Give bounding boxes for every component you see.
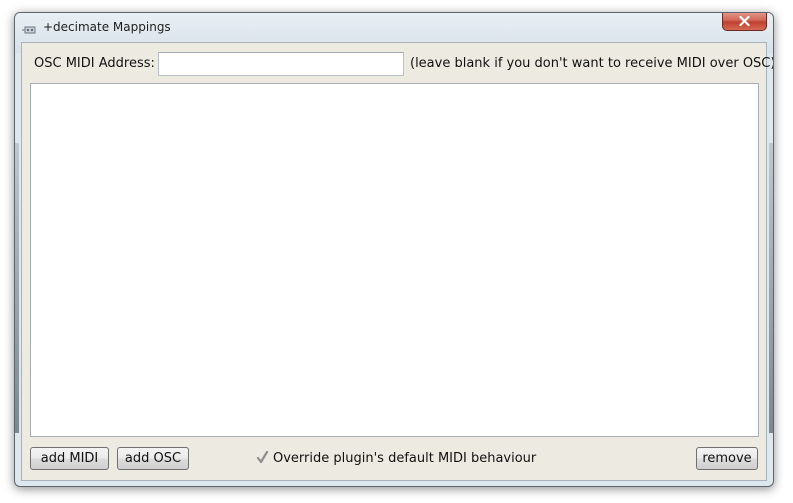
add-osc-button[interactable]: add OSC <box>117 447 189 470</box>
window-frame-left-edge <box>15 143 19 433</box>
window-content: OSC MIDI Address: (leave blank if you do… <box>21 42 773 481</box>
add-midi-button[interactable]: add MIDI <box>30 447 109 470</box>
override-midi-label: Override plugin's default MIDI behaviour <box>273 451 537 466</box>
mappings-window: +decimate Mappings OSC MIDI Address: (le… <box>14 12 774 487</box>
osc-midi-address-input[interactable] <box>158 52 404 76</box>
window-frame-right-edge <box>769 143 773 433</box>
close-button[interactable] <box>722 13 767 31</box>
osc-address-row: OSC MIDI Address: (leave blank if you do… <box>34 52 773 76</box>
app-icon <box>22 21 38 34</box>
mappings-list[interactable] <box>30 83 759 437</box>
title-bar[interactable]: +decimate Mappings <box>15 13 773 43</box>
close-icon <box>739 16 750 26</box>
checkmark-icon[interactable] <box>256 450 269 464</box>
override-midi-checkbox[interactable]: Override plugin's default MIDI behaviour <box>256 447 536 470</box>
window-title: +decimate Mappings <box>43 20 171 34</box>
bottom-toolbar: add MIDI add OSC Override plugin's defau… <box>30 447 758 471</box>
osc-address-hint: (leave blank if you don't want to receiv… <box>410 56 774 71</box>
remove-button[interactable]: remove <box>696 447 758 470</box>
osc-midi-address-label: OSC MIDI Address: <box>34 56 155 71</box>
